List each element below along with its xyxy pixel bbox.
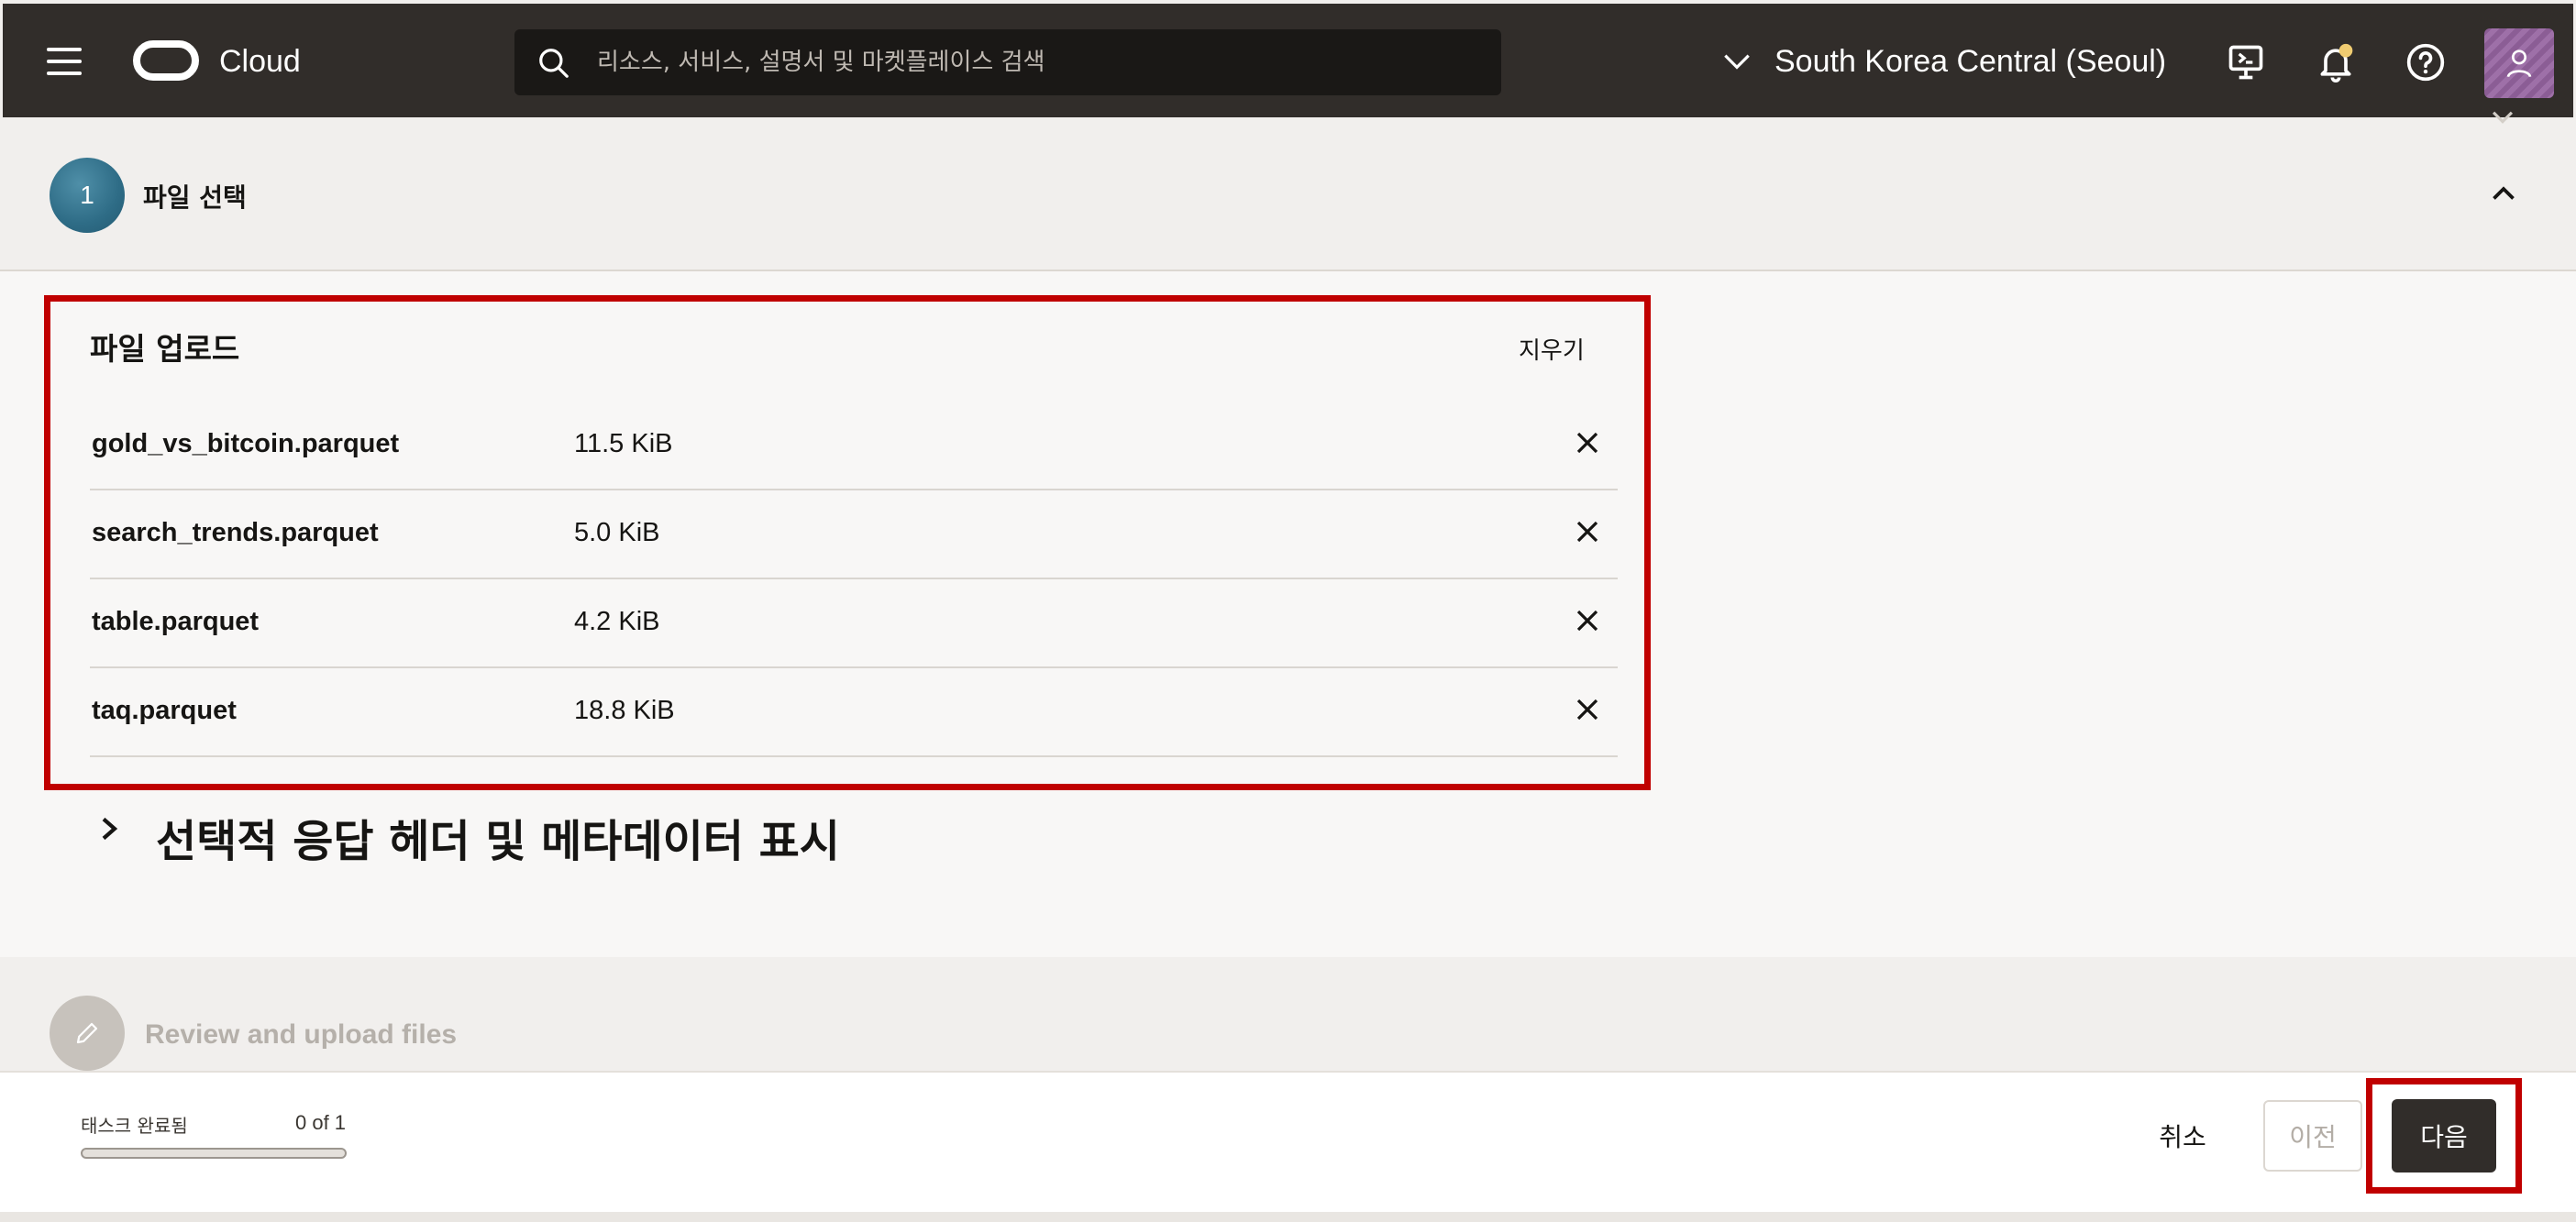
step-1-header[interactable]: 1 파일 선택 [0, 117, 2576, 271]
region-selector[interactable]: South Korea Central (Seoul) [1719, 39, 2166, 84]
cancel-button[interactable]: 취소 [2142, 1113, 2223, 1159]
search-input[interactable] [597, 29, 1477, 95]
cloud-shell-icon[interactable] [2226, 42, 2266, 83]
step-2-title: Review and upload files [145, 1019, 458, 1050]
chevron-right-icon[interactable] [95, 812, 123, 845]
close-icon[interactable] [1574, 696, 1601, 723]
optional-metadata-toggle[interactable]: 선택적 응답 헤더 및 메타데이터 표시 [156, 805, 840, 869]
file-name: gold_vs_bitcoin.parquet [92, 429, 400, 458]
file-name: search_trends.parquet [92, 518, 379, 547]
file-row: taq.parquet 18.8 KiB [90, 668, 1618, 757]
close-icon[interactable] [1574, 429, 1601, 457]
file-name: table.parquet [92, 607, 260, 636]
chevron-down-icon [1724, 54, 1750, 70]
file-upload-title: 파일 업로드 [90, 331, 240, 367]
file-size: 18.8 KiB [574, 696, 675, 725]
top-navigation-bar: Cloud South Korea Central (Seoul) [0, 0, 2576, 117]
step-1-badge: 1 [50, 158, 125, 233]
file-row: search_trends.parquet 5.0 KiB [90, 490, 1618, 579]
file-name: taq.parquet [92, 696, 237, 725]
file-row: table.parquet 4.2 KiB [90, 579, 1618, 668]
step-2-badge [50, 996, 125, 1071]
file-size: 11.5 KiB [574, 429, 673, 458]
bell-icon[interactable] [2316, 42, 2356, 83]
task-progress-bar [81, 1148, 347, 1159]
file-row: gold_vs_bitcoin.parquet 11.5 KiB [90, 402, 1618, 490]
footer-divider [0, 1212, 2576, 1222]
help-icon[interactable] [2405, 42, 2446, 83]
chevron-down-icon[interactable] [2487, 101, 2518, 132]
oracle-logo[interactable] [133, 40, 199, 81]
search-bar[interactable] [514, 29, 1501, 95]
close-icon[interactable] [1574, 607, 1601, 634]
step-1-title: 파일 선택 [143, 182, 247, 213]
step-2-header[interactable]: Review and upload files [0, 957, 2576, 1071]
file-size: 5.0 KiB [574, 518, 660, 547]
user-avatar[interactable] [2484, 28, 2554, 98]
next-button[interactable]: 다음 [2392, 1099, 2496, 1172]
notification-dot [2338, 43, 2353, 58]
task-count: 0 of 1 [295, 1111, 347, 1134]
pencil-icon [76, 1022, 98, 1044]
file-size: 4.2 KiB [574, 607, 660, 636]
brand-name[interactable]: Cloud [219, 44, 301, 80]
user-avatar-icon [2506, 50, 2532, 78]
clear-files-link[interactable]: 지우기 [1519, 332, 1585, 366]
chevron-up-icon[interactable] [2487, 178, 2520, 211]
search-icon [539, 49, 569, 78]
menu-icon[interactable] [47, 48, 82, 75]
close-icon[interactable] [1574, 518, 1601, 545]
task-completed-label: 태스크 완료됨 [81, 1115, 188, 1137]
region-label: South Korea Central (Seoul) [1774, 43, 2167, 79]
previous-button: 이전 [2263, 1100, 2362, 1172]
